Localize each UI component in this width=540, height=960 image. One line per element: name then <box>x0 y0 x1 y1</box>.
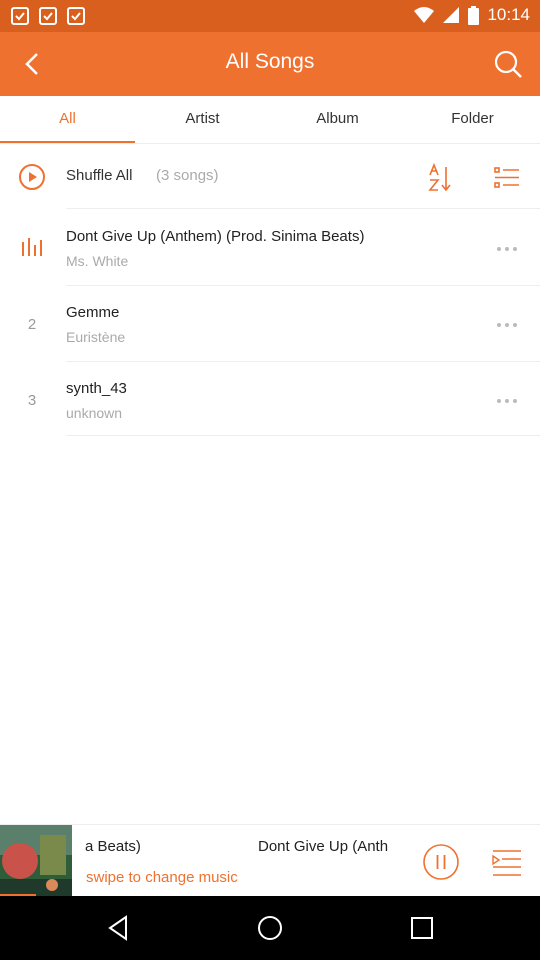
more-horizontal-icon <box>497 323 517 327</box>
cell-signal-icon <box>443 7 460 23</box>
more-horizontal-icon <box>497 247 517 251</box>
equalizer-icon <box>22 238 42 256</box>
album-art[interactable] <box>0 825 72 897</box>
song-title: synth_43 <box>66 380 127 397</box>
battery-icon <box>468 5 480 25</box>
song-row[interactable]: 2 Gemme Euristène <box>0 286 540 362</box>
search-icon <box>494 50 522 78</box>
playlist-icon[interactable] <box>490 847 524 877</box>
divider <box>66 435 540 436</box>
now-playing-title-head: Dont Give Up (Anth <box>258 838 389 855</box>
nav-back-icon <box>108 915 127 941</box>
page-title: All Songs <box>225 50 315 73</box>
app-bar: All Songs <box>0 32 540 96</box>
status-time: 10:14 <box>487 5 530 24</box>
song-artist: Euristène <box>66 329 126 345</box>
notification-icons <box>10 6 86 26</box>
nav-recents-button[interactable] <box>406 912 438 944</box>
category-tabs: All Artist Album Folder <box>0 96 540 144</box>
shuffle-all-label: Shuffle All <box>66 167 133 184</box>
wifi-icon <box>414 7 435 23</box>
sort-az-icon[interactable] <box>426 163 456 193</box>
nav-home-button[interactable] <box>254 912 286 944</box>
song-index: 3 <box>27 392 37 409</box>
more-horizontal-icon <box>497 399 517 403</box>
song-title: Dont Give Up (Anthem) (Prod. Sinima Beat… <box>66 228 365 245</box>
notification-icon <box>67 7 85 25</box>
song-index: 2 <box>27 316 37 333</box>
song-count: (3 songs) <box>156 167 219 184</box>
song-title: Gemme <box>66 304 120 321</box>
notification-icon <box>39 7 57 25</box>
now-playing-title-tail: a Beats) <box>85 838 141 855</box>
shuffle-all-row[interactable]: Shuffle All (3 songs) <box>0 145 540 209</box>
tab-all[interactable]: All <box>0 96 135 143</box>
nav-home-icon <box>258 916 282 940</box>
song-more-button[interactable] <box>492 310 522 340</box>
system-nav-bar <box>0 896 540 960</box>
search-button[interactable] <box>490 46 526 82</box>
song-row[interactable]: 3 synth_43 unknown <box>0 362 540 438</box>
nav-back-button[interactable] <box>102 912 134 944</box>
tab-album[interactable]: Album <box>270 96 405 143</box>
notification-icon <box>11 7 29 25</box>
mini-player[interactable]: a Beats) Dont Give Up (Anth swipe to cha… <box>0 824 540 897</box>
now-playing-title: a Beats) Dont Give Up (Anth <box>85 838 407 862</box>
song-more-button[interactable] <box>492 386 522 416</box>
swipe-hint: swipe to change music <box>86 869 238 886</box>
list-options-icon[interactable] <box>492 163 522 193</box>
status-bar: 10:14 <box>0 0 540 32</box>
song-row[interactable]: Dont Give Up (Anthem) (Prod. Sinima Beat… <box>0 210 540 286</box>
nav-recents-icon <box>411 917 433 939</box>
song-artist: Ms. White <box>66 253 129 269</box>
play-circle-icon[interactable] <box>18 163 46 191</box>
divider <box>66 208 540 209</box>
tab-artist[interactable]: Artist <box>135 96 270 143</box>
tab-folder[interactable]: Folder <box>405 96 540 143</box>
pause-button[interactable] <box>422 843 460 881</box>
song-artist: unknown <box>66 405 123 421</box>
song-more-button[interactable] <box>492 234 522 264</box>
